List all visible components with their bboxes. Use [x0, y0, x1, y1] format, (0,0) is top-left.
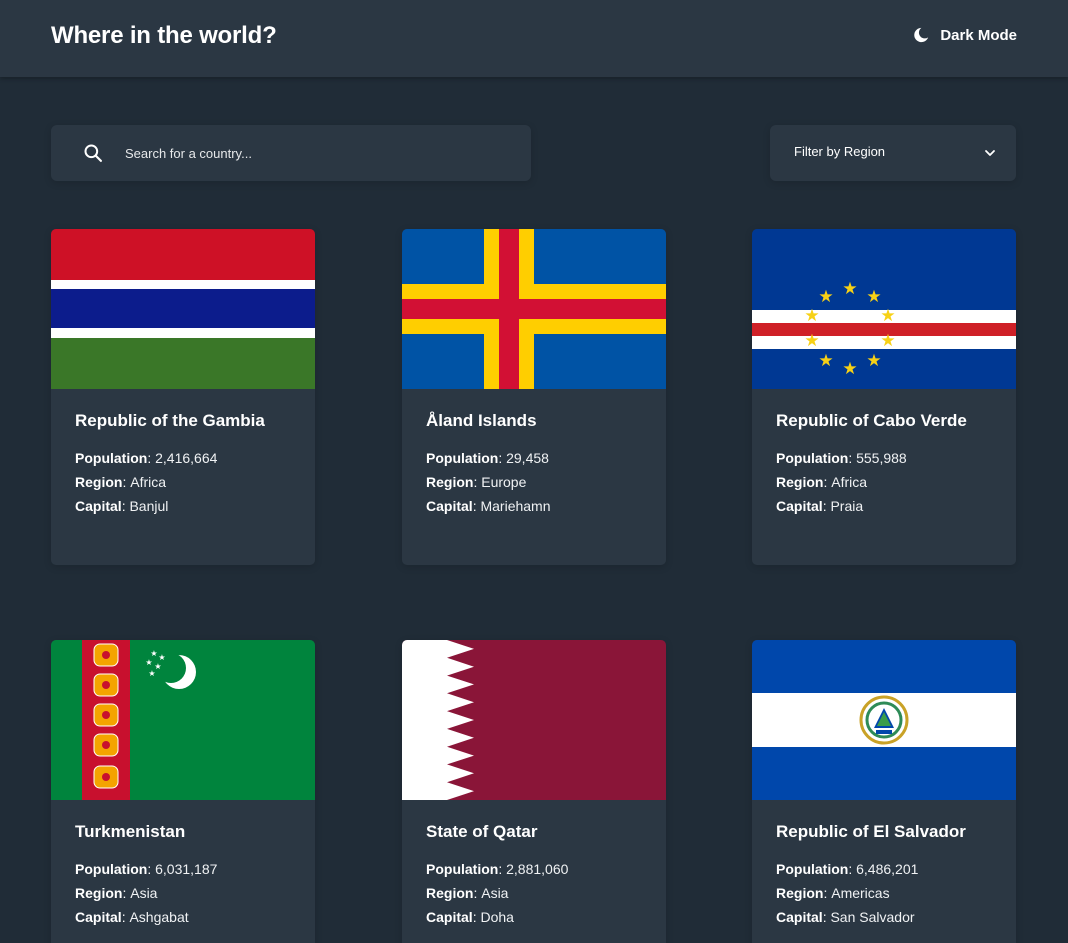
capital-value: San Salvador [830, 909, 915, 925]
aland-flag-icon [402, 229, 666, 389]
capital-row: Capital: Banjul [75, 498, 169, 514]
region-value: Asia [481, 885, 509, 901]
search-icon [84, 144, 102, 162]
population-row: Population: 2,881,060 [426, 861, 569, 877]
svg-text:★: ★ [818, 351, 833, 371]
capital-row: Capital: Ashgabat [75, 909, 189, 925]
dark-mode-toggle[interactable]: Dark Mode [912, 26, 1017, 44]
svg-text:★: ★ [880, 306, 895, 326]
capital-row: Capital: Mariehamn [426, 498, 551, 514]
chevron-down-icon [985, 150, 995, 156]
population-value: 6,486,201 [856, 861, 919, 877]
region-row: Region: Asia [75, 885, 158, 901]
svg-text:★: ★ [158, 653, 165, 662]
region-row: Region: Africa [75, 474, 167, 490]
region-row: Region: Asia [426, 885, 509, 901]
el-salvador-flag-icon [752, 640, 1016, 800]
capital-value: Praia [830, 498, 864, 514]
population-value: 2,881,060 [506, 861, 569, 877]
country-card[interactable]: Republic of the Gambia Population: 2,416… [51, 229, 315, 565]
population-row: Population: 29,458 [426, 450, 549, 466]
country-name: Republic of Cabo Verde [776, 411, 967, 430]
country-card[interactable]: Republic of El Salvador Population: 6,48… [752, 640, 1016, 943]
svg-text:★: ★ [880, 331, 895, 351]
svg-text:★: ★ [150, 649, 157, 658]
search-box [51, 125, 531, 181]
dark-mode-label: Dark Mode [940, 26, 1017, 44]
svg-text:★: ★ [148, 669, 155, 678]
population-row: Population: 2,416,664 [75, 450, 218, 466]
capital-row: Capital: Doha [426, 909, 514, 925]
gambia-flag-icon [51, 229, 315, 389]
country-card[interactable]: ★ ★ ★ ★ ★ Turkmenistan Population: 6,031… [51, 640, 315, 943]
region-row: Region: Africa [776, 474, 868, 490]
country-name: Turkmenistan [75, 822, 186, 841]
moon-icon [914, 27, 929, 43]
cabo-verde-flag-icon: ★ ★ ★ ★ ★ ★ ★ ★ ★ ★ [752, 229, 1016, 389]
svg-text:★: ★ [866, 287, 881, 307]
region-value: Asia [130, 885, 158, 901]
population-row: Population: 555,988 [776, 450, 907, 466]
app-header: Where in the world? Dark Mode [0, 0, 1068, 77]
site-title: Where in the world? [51, 22, 277, 49]
country-name: Republic of El Salvador [776, 822, 966, 841]
country-card[interactable]: State of Qatar Population: 2,881,060 Reg… [402, 640, 666, 943]
svg-text:★: ★ [804, 331, 819, 351]
region-value: Europe [481, 474, 527, 490]
population-value: 6,031,187 [155, 861, 218, 877]
population-value: 29,458 [506, 450, 549, 466]
svg-text:★: ★ [866, 351, 881, 371]
country-name: Åland Islands [426, 411, 537, 430]
country-card[interactable]: ★ ★ ★ ★ ★ ★ ★ ★ ★ ★ Republic of Cabo Ver… [752, 229, 1016, 565]
capital-value: Banjul [129, 498, 169, 514]
region-row: Region: Europe [426, 474, 527, 490]
capital-row: Capital: San Salvador [776, 909, 915, 925]
capital-value: Ashgabat [129, 909, 189, 925]
capital-value: Mariehamn [480, 498, 551, 514]
population-row: Population: 6,486,201 [776, 861, 919, 877]
svg-text:★: ★ [804, 306, 819, 326]
capital-value: Doha [480, 909, 514, 925]
country-name: Republic of the Gambia [75, 411, 265, 430]
region-filter-label: Filter by Region [794, 144, 886, 159]
region-filter-dropdown[interactable]: Filter by Region [770, 125, 1016, 181]
region-value: Africa [130, 474, 167, 490]
region-value: Africa [831, 474, 868, 490]
population-value: 2,416,664 [155, 450, 218, 466]
country-card[interactable]: Åland Islands Population: 29,458 Region:… [402, 229, 666, 565]
svg-text:★: ★ [842, 359, 857, 379]
svg-text:★: ★ [145, 658, 152, 667]
region-row: Region: Americas [776, 885, 890, 901]
population-value: 555,988 [856, 450, 907, 466]
svg-text:★: ★ [842, 279, 857, 299]
turkmenistan-flag-icon: ★ ★ ★ ★ ★ [51, 640, 315, 800]
svg-text:★: ★ [818, 287, 833, 307]
qatar-flag-icon [402, 640, 666, 800]
capital-row: Capital: Praia [776, 498, 864, 514]
region-value: Americas [831, 885, 890, 901]
country-name: State of Qatar [426, 822, 538, 841]
search-input[interactable] [125, 125, 515, 181]
population-row: Population: 6,031,187 [75, 861, 218, 877]
